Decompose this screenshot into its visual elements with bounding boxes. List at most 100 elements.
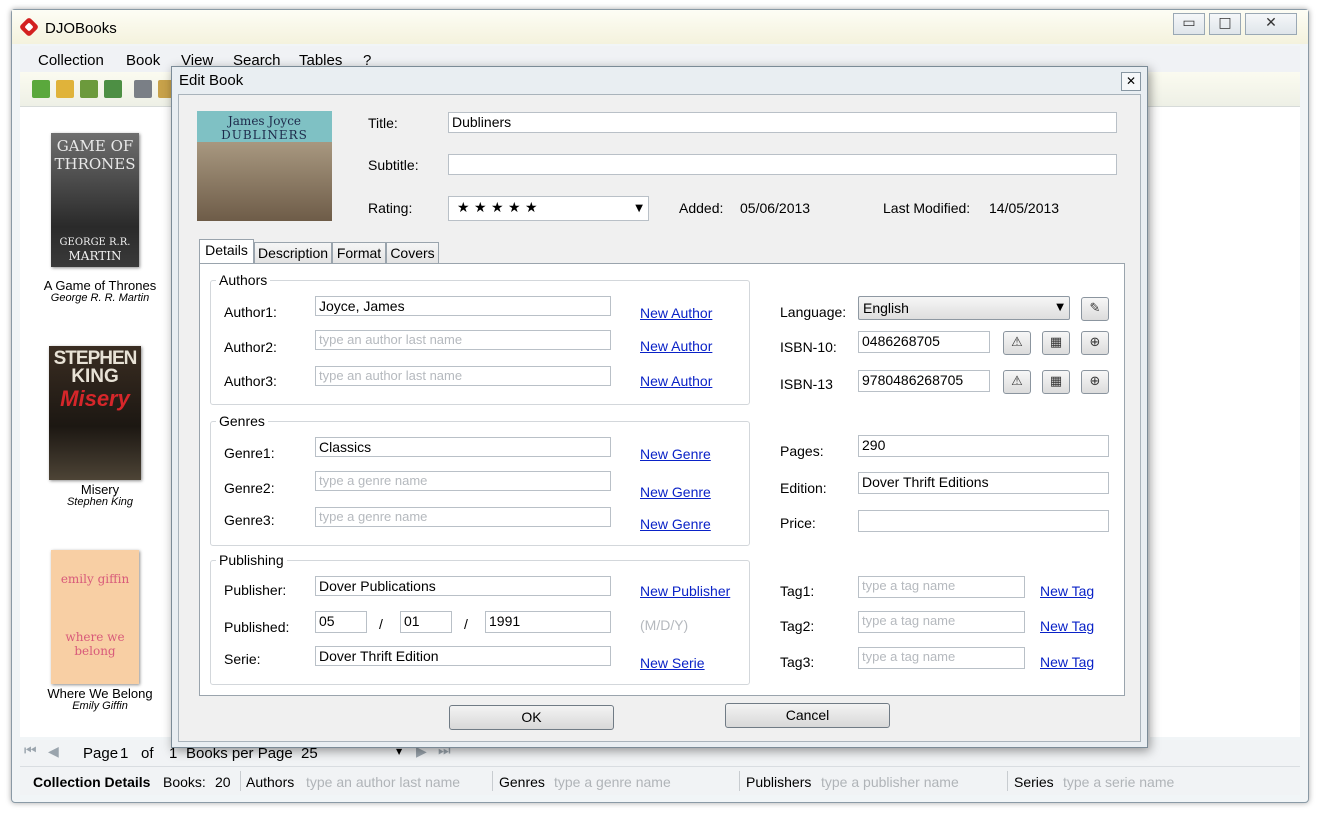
published-month-input[interactable]: 05: [315, 611, 367, 633]
genres-filter-input[interactable]: type a genre name: [554, 774, 671, 790]
cancel-button[interactable]: Cancel: [725, 703, 890, 728]
genre2-input[interactable]: type a genre name: [315, 471, 611, 491]
book-cover-game-of-thrones[interactable]: GAME OF THRONES GEORGE R.R. MARTIN: [51, 133, 139, 267]
genre3-label: Genre3:: [224, 512, 275, 528]
new-author-link[interactable]: New Author: [640, 305, 712, 321]
authors-filter-label: Authors: [246, 774, 295, 790]
serie-input[interactable]: Dover Thrift Edition: [315, 646, 611, 666]
book-title[interactable]: Misery: [20, 482, 180, 497]
add-collection-icon[interactable]: [32, 80, 50, 98]
book-cover-image[interactable]: James Joyce DUBLINERS: [197, 111, 332, 221]
tab-description[interactable]: Description: [254, 242, 332, 264]
book-cover-misery[interactable]: STEPHEN KING Misery: [49, 346, 141, 480]
new-tag-link[interactable]: New Tag: [1040, 583, 1094, 599]
isbn10-label: ISBN-10:: [780, 339, 837, 355]
book-title[interactable]: A Game of Thrones: [20, 278, 180, 293]
isbn10-validate-button[interactable]: ⚠: [1003, 331, 1031, 355]
cover-text: James Joyce: [227, 114, 302, 128]
save-collection-icon[interactable]: [80, 80, 98, 98]
publishers-filter-input[interactable]: type a publisher name: [821, 774, 959, 790]
add-book-icon[interactable]: [134, 80, 152, 98]
tag3-input[interactable]: type a tag name: [858, 647, 1025, 669]
author1-input[interactable]: Joyce, James: [315, 296, 611, 316]
new-genre-link[interactable]: New Genre: [640, 484, 711, 500]
book-title[interactable]: Where We Belong: [20, 686, 180, 701]
cover-text: GAME OF: [56, 137, 134, 155]
book-cover-where-we-belong[interactable]: emily giffin where we belong: [51, 550, 139, 684]
tag2-input[interactable]: type a tag name: [858, 611, 1025, 633]
author2-label: Author2:: [224, 339, 277, 355]
new-author-link[interactable]: New Author: [640, 338, 712, 354]
price-label: Price:: [780, 515, 816, 531]
pages-input[interactable]: 290: [858, 435, 1109, 457]
tag3-label: Tag3:: [780, 654, 815, 670]
menu-book[interactable]: Book: [126, 52, 160, 69]
page-number: 1: [120, 745, 129, 762]
last-modified-date: 14/05/2013: [989, 200, 1060, 216]
language-select[interactable]: English ▼: [858, 296, 1070, 320]
genre3-input[interactable]: type a genre name: [315, 507, 611, 527]
close-icon: ✕: [1265, 15, 1277, 31]
chevron-down-icon[interactable]: ▼: [396, 747, 402, 756]
language-label: Language:: [780, 304, 847, 320]
minimize-button[interactable]: ▭: [1173, 13, 1205, 35]
author3-input[interactable]: type an author last name: [315, 366, 611, 386]
genre1-label: Genre1:: [224, 445, 275, 461]
isbn10-convert-button[interactable]: ▦: [1042, 331, 1070, 355]
isbn10-lookup-button[interactable]: ⊕: [1081, 331, 1109, 355]
minimize-icon: ▭: [1182, 15, 1196, 31]
new-tag-link[interactable]: New Tag: [1040, 618, 1094, 634]
last-modified-label: Last Modified:: [883, 200, 971, 216]
tab-details[interactable]: Details: [199, 239, 254, 264]
isbn13-convert-button[interactable]: ▦: [1042, 370, 1070, 394]
edition-input[interactable]: Dover Thrift Editions: [858, 472, 1109, 494]
subtitle-input[interactable]: [448, 154, 1117, 175]
open-collection-icon[interactable]: [56, 80, 74, 98]
tab-format[interactable]: Format: [332, 242, 386, 264]
author2-input[interactable]: type an author last name: [315, 330, 611, 350]
isbn13-input[interactable]: 9780486268705: [858, 370, 990, 392]
rating-stars: ★ ★ ★ ★ ★: [457, 200, 538, 216]
new-genre-link[interactable]: New Genre: [640, 516, 711, 532]
close-collection-icon[interactable]: [104, 80, 122, 98]
page-label: Page: [83, 745, 119, 762]
dialog-close-button[interactable]: ✕: [1121, 72, 1141, 91]
of-label: of: [141, 745, 154, 762]
edition-label: Edition:: [780, 480, 827, 496]
published-label: Published:: [224, 619, 290, 635]
new-genre-link[interactable]: New Genre: [640, 446, 711, 462]
group-title: Genres: [216, 413, 268, 429]
genre1-input[interactable]: Classics: [315, 437, 611, 457]
isbn13-validate-button[interactable]: ⚠: [1003, 370, 1031, 394]
close-window-button[interactable]: ✕: [1245, 13, 1297, 35]
edit-languages-button[interactable]: ✎: [1081, 297, 1109, 321]
cover-text: MARTIN: [68, 249, 122, 263]
published-day-input[interactable]: 01: [400, 611, 452, 633]
isbn10-input[interactable]: 0486268705: [858, 331, 990, 353]
author3-label: Author3:: [224, 373, 277, 389]
cover-text: where we: [65, 630, 125, 644]
first-page-icon[interactable]: ⏮: [24, 743, 37, 759]
books-label: Books:: [163, 774, 206, 790]
new-author-link[interactable]: New Author: [640, 373, 712, 389]
rating-select[interactable]: ★ ★ ★ ★ ★ ▼: [448, 196, 649, 221]
price-input[interactable]: [858, 510, 1109, 532]
tag1-input[interactable]: type a tag name: [858, 576, 1025, 598]
maximize-button[interactable]: □: [1209, 13, 1241, 35]
new-tag-link[interactable]: New Tag: [1040, 654, 1094, 670]
content-area: [1150, 107, 1300, 737]
title-input[interactable]: Dubliners: [448, 112, 1117, 133]
menu-collection[interactable]: Collection: [38, 52, 104, 69]
ok-button[interactable]: OK: [449, 705, 614, 730]
tab-covers[interactable]: Covers: [386, 242, 439, 264]
edit-icon: ✎: [1089, 301, 1101, 316]
publisher-input[interactable]: Dover Publications: [315, 576, 611, 596]
series-filter-input[interactable]: type a serie name: [1063, 774, 1174, 790]
authors-filter-input[interactable]: type an author last name: [306, 774, 460, 790]
prev-page-icon[interactable]: ◀: [48, 744, 59, 760]
published-year-input[interactable]: 1991: [485, 611, 611, 633]
new-serie-link[interactable]: New Serie: [640, 655, 705, 671]
isbn13-lookup-button[interactable]: ⊕: [1081, 370, 1109, 394]
book-author: Stephen King: [66, 496, 134, 508]
new-publisher-link[interactable]: New Publisher: [640, 583, 730, 599]
